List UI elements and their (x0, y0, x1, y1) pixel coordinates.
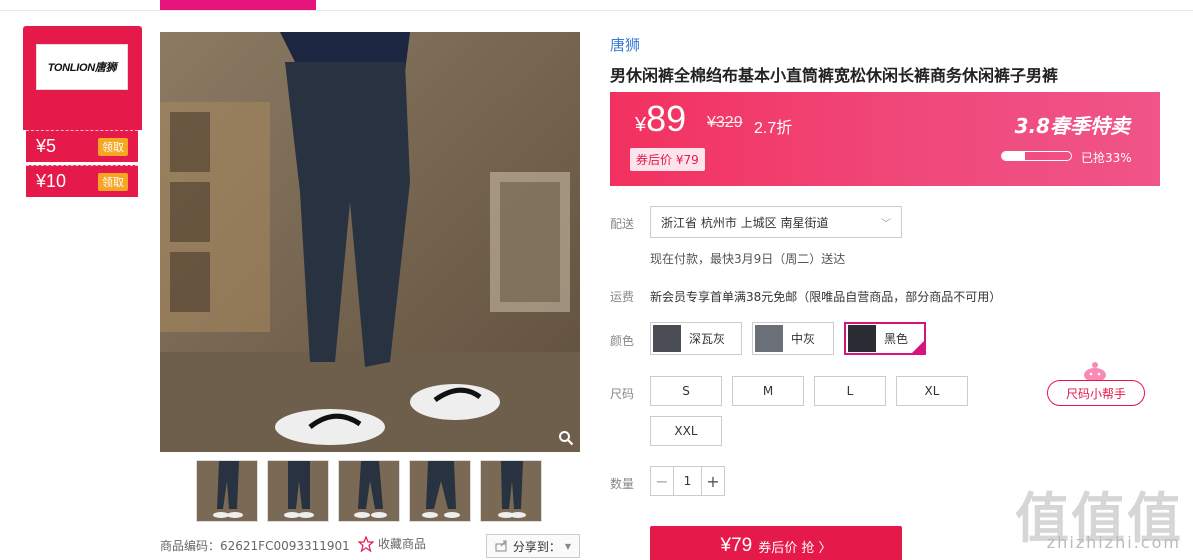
share-button[interactable]: 分享到： ▼ (486, 534, 580, 558)
active-tab-indicator (160, 0, 316, 10)
size-option-s[interactable]: S (650, 376, 722, 406)
favorite-button[interactable]: 收藏商品 (358, 535, 426, 552)
color-option-label: 中灰 (791, 332, 816, 346)
coupon-10: ¥10 领取 (26, 165, 138, 197)
mascot-icon (1084, 362, 1106, 382)
share-label: 分享到： (512, 539, 561, 554)
product-code: 商品编码：62621FC0093311901 (160, 539, 350, 553)
color-option-black[interactable]: 黑色 (844, 322, 926, 355)
thumbnail[interactable] (409, 460, 471, 522)
share-icon (495, 540, 507, 552)
zoom-icon[interactable] (558, 430, 574, 446)
size-label: 尺码 (610, 387, 635, 401)
color-option-label: 深瓦灰 (689, 332, 726, 346)
buy-price: ¥79 (720, 535, 753, 556)
chevron-down-icon: ﹀ (881, 218, 891, 230)
shipping-info: 新会员专享首单满38元免邮（限唯品自营商品，部分商品不可用） (650, 290, 1002, 304)
watermark-domain: zhizhizhi.com (1046, 533, 1181, 552)
thumbnail[interactable] (267, 460, 329, 522)
product-photo (160, 32, 580, 452)
brand-card-header: TONLION唐狮 (23, 26, 142, 124)
quantity-plus-button[interactable]: + (702, 467, 724, 495)
star-icon (358, 535, 374, 552)
delivery-eta: 现在付款，最快3月9日（周二）送达 (650, 252, 846, 266)
color-option-mid-gray[interactable]: 中灰 (752, 322, 834, 355)
currency-symbol: ¥ (635, 114, 647, 136)
coupon-amount: ¥10 (36, 171, 67, 191)
color-swatch (848, 325, 876, 352)
product-title: 男休闲裤全棉绉布基本小直筒裤宽松休闲长裤商务休闲裤子男裤 (610, 66, 1059, 85)
color-swatch (653, 325, 681, 352)
thumbnail-strip (196, 460, 542, 522)
price-value: 89 (646, 98, 687, 139)
favorite-label: 收藏商品 (378, 537, 427, 551)
selected-check-icon (911, 340, 925, 354)
shipping-label: 运费 (610, 290, 635, 304)
quantity-minus-button[interactable]: − (651, 467, 673, 495)
product-main-image[interactable] (160, 32, 580, 452)
size-option-l[interactable]: L (814, 376, 886, 406)
coupon-get-button[interactable]: 领取 (98, 137, 128, 156)
address-value: 浙江省 杭州市 上城区 南星街道 (661, 215, 829, 230)
color-option-deep-gray[interactable]: 深瓦灰 (650, 322, 742, 355)
top-nav-bar (0, 0, 1193, 11)
delivery-label: 配送 (610, 217, 635, 231)
chevron-down-icon: ▼ (564, 541, 572, 551)
brand-card: TONLION唐狮 ¥5 领取 ¥10 领取 (23, 26, 142, 198)
quantity-label: 数量 (610, 477, 635, 491)
thumbnail[interactable] (480, 460, 542, 522)
size-option-m[interactable]: M (732, 376, 804, 406)
color-swatch (755, 325, 783, 352)
buy-now-button[interactable]: ¥79 券后价 抢 〉 (650, 526, 902, 560)
coupon-5: ¥5 领取 (26, 130, 138, 162)
quantity-input[interactable]: 1 (673, 467, 702, 495)
buy-label: 券后价 抢 〉 (758, 540, 832, 556)
coupon-amount: ¥5 (36, 136, 57, 156)
quantity-stepper: − 1 + (650, 466, 725, 496)
price-panel: ¥89 ¥329 2.7折 券后价 ¥79 3.8春季特卖 已抢33% (610, 92, 1160, 186)
color-option-label: 黑色 (884, 332, 909, 346)
size-helper-button[interactable]: 尺码小帮手 (1047, 380, 1145, 406)
color-label: 颜色 (610, 334, 635, 348)
size-option-xxl[interactable]: XXL (650, 416, 722, 446)
sold-percent-label: 已抢33% (1081, 151, 1132, 165)
after-coupon-price: 券后价 ¥79 (630, 148, 705, 171)
brand-link[interactable]: 唐狮 (610, 34, 640, 55)
thumbnail[interactable] (338, 460, 400, 522)
sold-progress-bar (1001, 151, 1072, 161)
brand-logo[interactable]: TONLION唐狮 (36, 44, 128, 90)
coupon-get-button[interactable]: 领取 (98, 172, 128, 191)
thumbnail[interactable] (196, 460, 258, 522)
original-price: ¥329 (707, 114, 743, 131)
promo-title: 3.8春季特卖 (1014, 114, 1130, 138)
address-select[interactable]: 浙江省 杭州市 上城区 南星街道 ﹀ (650, 206, 902, 238)
current-price: ¥89 (635, 98, 686, 140)
discount-rate: 2.7折 (754, 120, 793, 137)
size-option-xl[interactable]: XL (896, 376, 968, 406)
sold-progress-fill (1002, 152, 1025, 160)
